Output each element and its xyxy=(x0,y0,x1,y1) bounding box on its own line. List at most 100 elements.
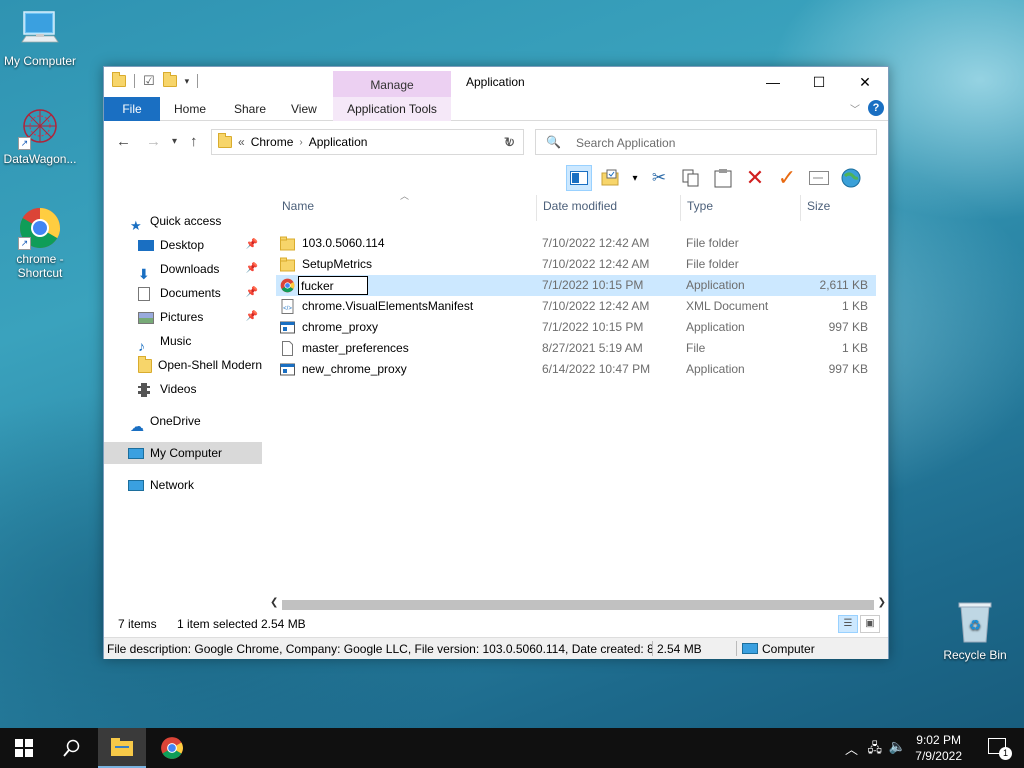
breadcrumb-chrome[interactable]: Chrome xyxy=(251,135,294,149)
volume-icon[interactable]: 🔈 xyxy=(889,738,906,755)
title-bar[interactable]: ☑ ▾ Manage Application — ☐ ✕ xyxy=(104,67,888,99)
tab-manage[interactable]: Manage xyxy=(333,71,451,99)
rename-input[interactable] xyxy=(298,276,368,295)
properties-icon[interactable]: ☑ xyxy=(143,73,155,89)
checkmark-icon[interactable]: ✓ xyxy=(774,165,800,191)
computer-icon xyxy=(128,448,144,460)
file-row[interactable]: master_preferences 8/27/2021 5:19 AM File 1… xyxy=(276,338,876,359)
nav-onedrive[interactable]: ☁ OneDrive xyxy=(104,410,262,432)
divider xyxy=(197,74,199,88)
minimize-button[interactable]: — xyxy=(750,67,796,97)
chevron-up-icon[interactable]: ︿ xyxy=(845,739,858,758)
rename-icon[interactable] xyxy=(806,165,832,191)
tab-share[interactable]: Share xyxy=(220,97,280,121)
address-overflow[interactable]: « xyxy=(238,135,245,149)
tab-home[interactable]: Home xyxy=(160,97,220,121)
pin-icon[interactable]: 📌 xyxy=(246,306,258,328)
refresh-button[interactable]: ↻ xyxy=(496,129,524,155)
start-button[interactable] xyxy=(0,728,48,768)
forward-button[interactable]: → xyxy=(146,133,161,150)
tab-application-tools[interactable]: Application Tools xyxy=(333,97,451,121)
column-header-size[interactable]: Size xyxy=(807,199,830,219)
new-folder-icon[interactable] xyxy=(162,72,177,87)
folder-icon xyxy=(280,236,295,251)
search-button[interactable] xyxy=(48,728,96,768)
details-view-button[interactable]: ☰ xyxy=(838,615,858,633)
maximize-button[interactable]: ☐ xyxy=(796,67,842,97)
breadcrumb-application[interactable]: Application xyxy=(309,135,368,149)
folder-icon xyxy=(138,355,152,373)
divider[interactable] xyxy=(536,195,537,221)
preview-pane-icon[interactable] xyxy=(566,165,592,191)
desktop-icon xyxy=(138,240,154,252)
horizontal-scrollbar[interactable]: ❮ ❯ xyxy=(270,597,886,613)
divider[interactable] xyxy=(800,195,801,221)
clock[interactable]: 9:02 PM 7/9/2022 xyxy=(915,732,962,764)
nav-label: Network xyxy=(150,478,195,492)
large-icons-view-button[interactable]: ▣ xyxy=(860,615,880,633)
desktop-icon-my-computer[interactable]: My Computer xyxy=(0,8,80,68)
nav-item-videos[interactable]: Videos xyxy=(104,378,262,400)
customize-qat-icon[interactable]: ▾ xyxy=(185,76,190,87)
clock-time: 9:02 PM xyxy=(916,733,961,747)
tab-view[interactable]: View xyxy=(277,97,331,121)
divider[interactable] xyxy=(680,195,681,221)
music-icon: ♪ xyxy=(138,337,145,352)
back-button[interactable]: ← xyxy=(116,133,131,150)
recent-locations-icon[interactable]: ▾ xyxy=(172,136,177,147)
paste-icon[interactable] xyxy=(710,165,736,191)
nav-item-desktop[interactable]: Desktop 📌 xyxy=(104,234,262,256)
tab-file[interactable]: File xyxy=(104,97,160,121)
nav-label: Downloads xyxy=(160,262,220,276)
desktop-icon-datawagon[interactable]: ↗ DataWagon... xyxy=(0,106,80,166)
file-row[interactable]: SetupMetrics 7/10/2022 12:42 AM File folde… xyxy=(276,254,876,275)
chevron-down-icon[interactable]: ﹀ xyxy=(850,101,860,116)
nav-network[interactable]: Network xyxy=(104,474,262,496)
nav-item-downloads[interactable]: ⬇ Downloads 📌 xyxy=(104,258,262,280)
close-button[interactable]: ✕ xyxy=(842,67,888,97)
scroll-left-icon[interactable]: ❮ xyxy=(270,597,278,608)
file-row[interactable]: 7/1/2022 10:15 PM Application 2,611 KB xyxy=(276,275,876,296)
cut-icon[interactable]: ✂ xyxy=(646,165,672,191)
help-icon[interactable]: ? xyxy=(868,100,884,116)
nav-item-open-shell[interactable]: Open-Shell Modern xyxy=(104,354,262,376)
network-icon[interactable]: 🖧 xyxy=(868,739,883,761)
file-row[interactable]: 103.0.5060.114 7/10/2022 12:42 AM File fol… xyxy=(276,233,876,254)
file-size: 2,611 KB xyxy=(819,278,868,292)
globe-icon[interactable] xyxy=(838,165,864,191)
pin-icon[interactable]: 📌 xyxy=(246,282,258,304)
desktop-icon-label: chrome - Shortcut xyxy=(16,252,64,280)
address-bar[interactable]: « Chrome › Application ∨ xyxy=(211,129,524,155)
desktop-icon-recycle-bin[interactable]: ♻ Recycle Bin xyxy=(940,600,1010,662)
action-center-button[interactable]: 1 xyxy=(988,738,1012,760)
nav-my-computer[interactable]: My Computer xyxy=(104,442,262,464)
scrollbar-thumb[interactable] xyxy=(282,600,874,610)
file-type: Application xyxy=(686,278,745,292)
file-explorer-icon xyxy=(111,738,133,756)
file-row[interactable]: new_chrome_proxy 6/14/2022 10:47 PM Applic… xyxy=(276,359,876,380)
nav-item-documents[interactable]: Documents 📌 xyxy=(104,282,262,304)
up-button[interactable]: ↑ xyxy=(190,133,198,150)
delete-icon[interactable]: ✕ xyxy=(742,165,768,191)
column-header-name[interactable]: Name xyxy=(282,199,314,219)
nav-item-music[interactable]: ♪ Music xyxy=(104,330,262,352)
pin-icon[interactable]: 📌 xyxy=(246,234,258,256)
file-name: new_chrome_proxy xyxy=(302,362,407,376)
copy-icon[interactable] xyxy=(678,165,704,191)
search-input[interactable]: 🔍 Search Application xyxy=(535,129,877,155)
taskbar-file-explorer[interactable] xyxy=(98,728,146,768)
file-row[interactable]: chrome_proxy 7/1/2022 10:15 PM Application… xyxy=(276,317,876,338)
desktop-icon-chrome-shortcut[interactable]: ↗ chrome - Shortcut xyxy=(0,206,80,280)
taskbar-chrome[interactable] xyxy=(148,728,196,768)
file-row[interactable]: </> chrome.VisualElementsManifest 7/10/202… xyxy=(276,296,876,317)
scroll-right-icon[interactable]: ❯ xyxy=(878,597,886,608)
column-header-date[interactable]: Date modified xyxy=(543,199,617,219)
nav-quick-access[interactable]: ★ Quick access xyxy=(104,210,262,232)
ribbon-tabs: File Home Share View Application Tools ﹀… xyxy=(104,97,888,121)
pin-icon[interactable]: 📌 xyxy=(246,258,258,280)
nav-item-pictures[interactable]: Pictures 📌 xyxy=(104,306,262,328)
properties-icon[interactable] xyxy=(598,165,624,191)
column-header-type[interactable]: Type xyxy=(687,199,713,219)
dropdown-icon[interactable]: ▾ xyxy=(630,165,640,191)
chevron-right-icon[interactable]: › xyxy=(299,137,302,148)
